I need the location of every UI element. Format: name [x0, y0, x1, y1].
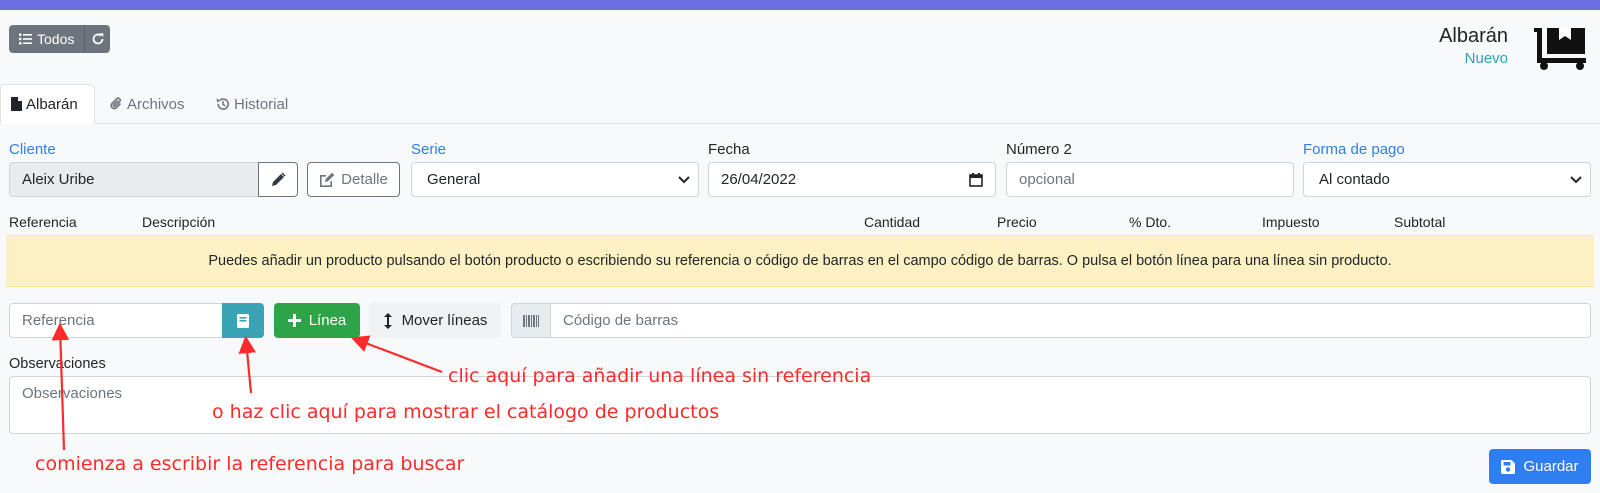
annotation-referencia: comienza a escribir la referencia para b…	[35, 453, 465, 475]
tab-label: Archivos	[127, 95, 185, 113]
chevron-down-icon	[678, 176, 690, 184]
serie-select[interactable]: General	[411, 162, 699, 197]
document-title: Albarán	[1439, 25, 1508, 47]
edit-cliente-button[interactable]	[258, 162, 298, 197]
document-status: Nuevo	[1464, 50, 1508, 67]
guardar-button[interactable]: Guardar	[1489, 449, 1591, 484]
paperclip-icon	[110, 97, 122, 110]
chevron-down-icon	[1570, 176, 1582, 184]
tab-albaran[interactable]: Albarán	[0, 84, 95, 124]
column-header-precio: Precio	[997, 214, 1037, 230]
save-icon	[1501, 459, 1516, 474]
column-header-cantidad: Cantidad	[864, 214, 921, 230]
todos-label: Todos	[37, 31, 75, 47]
column-header-dto: % Dto.	[1129, 214, 1172, 230]
fecha-label: Fecha	[708, 141, 750, 158]
vertical-arrows-icon	[383, 312, 392, 329]
observaciones-label: Observaciones	[9, 356, 106, 372]
observaciones-placeholder: Observaciones	[22, 385, 123, 402]
arrow-to-linea-button	[350, 335, 443, 374]
serie-label[interactable]: Serie	[411, 141, 446, 158]
catalogo-button[interactable]	[222, 303, 264, 338]
serie-value: General	[427, 171, 481, 188]
fecha-field[interactable]: 26/04/2022	[708, 162, 996, 197]
pencil-icon	[271, 172, 285, 186]
history-icon	[216, 98, 229, 110]
linea-label: Línea	[308, 312, 347, 329]
forma-pago-label[interactable]: Forma de pago	[1303, 141, 1405, 158]
guardar-label: Guardar	[1523, 458, 1579, 475]
column-header-impuesto: Impuesto	[1262, 214, 1320, 230]
refresh-icon	[92, 33, 104, 45]
column-header-descripcion: Descripción	[142, 214, 216, 230]
tab-historial[interactable]: Historial	[216, 84, 288, 124]
referencia-input[interactable]: Referencia	[9, 303, 223, 338]
edit-icon	[320, 172, 335, 187]
column-header-referencia: Referencia	[9, 214, 77, 230]
info-alert: Puedes añadir un producto pulsando el bo…	[6, 235, 1594, 287]
detalle-button[interactable]: Detalle	[307, 162, 400, 197]
top-accent-bar	[0, 0, 1600, 10]
plus-icon	[287, 314, 301, 327]
cliente-label[interactable]: Cliente	[9, 141, 56, 158]
calendar-icon[interactable]	[969, 173, 983, 187]
detalle-label: Detalle	[341, 171, 388, 188]
button-divider	[84, 25, 85, 53]
dolly-icon	[1534, 28, 1586, 70]
todos-button[interactable]: Todos	[19, 31, 74, 47]
mover-lineas-button[interactable]: Mover líneas	[369, 303, 501, 338]
column-header-subtotal: Subtotal	[1394, 214, 1446, 230]
barcode-icon	[523, 314, 539, 327]
mover-label: Mover líneas	[401, 312, 488, 329]
add-linea-button[interactable]: Línea	[274, 303, 360, 338]
barcode-placeholder: Código de barras	[563, 312, 679, 329]
numero2-field[interactable]: opcional	[1006, 162, 1294, 197]
cliente-field[interactable]: Aleix Uribe	[9, 162, 259, 197]
fecha-value: 26/04/2022	[721, 171, 797, 188]
list-icon	[19, 33, 32, 45]
file-icon	[11, 97, 22, 111]
tab-label: Albarán	[26, 95, 78, 113]
tab-archivos[interactable]: Archivos	[110, 84, 185, 124]
barcode-input[interactable]: Código de barras	[550, 303, 1591, 338]
forma-pago-value: Al contado	[1319, 171, 1390, 188]
annotation-catalogo: o haz clic aquí para mostrar el catálogo…	[212, 401, 720, 423]
referencia-placeholder: Referencia	[22, 312, 95, 329]
todos-button-group: Todos	[9, 25, 110, 53]
numero2-label: Número 2	[1006, 141, 1072, 158]
barcode-prefix	[511, 303, 551, 338]
annotation-linea: clic aquí para añadir una línea sin refe…	[448, 365, 872, 387]
refresh-button[interactable]	[91, 32, 105, 49]
book-icon	[237, 313, 249, 328]
forma-pago-select[interactable]: Al contado	[1303, 162, 1591, 197]
tab-label: Historial	[234, 95, 289, 113]
numero2-placeholder: opcional	[1019, 171, 1075, 188]
